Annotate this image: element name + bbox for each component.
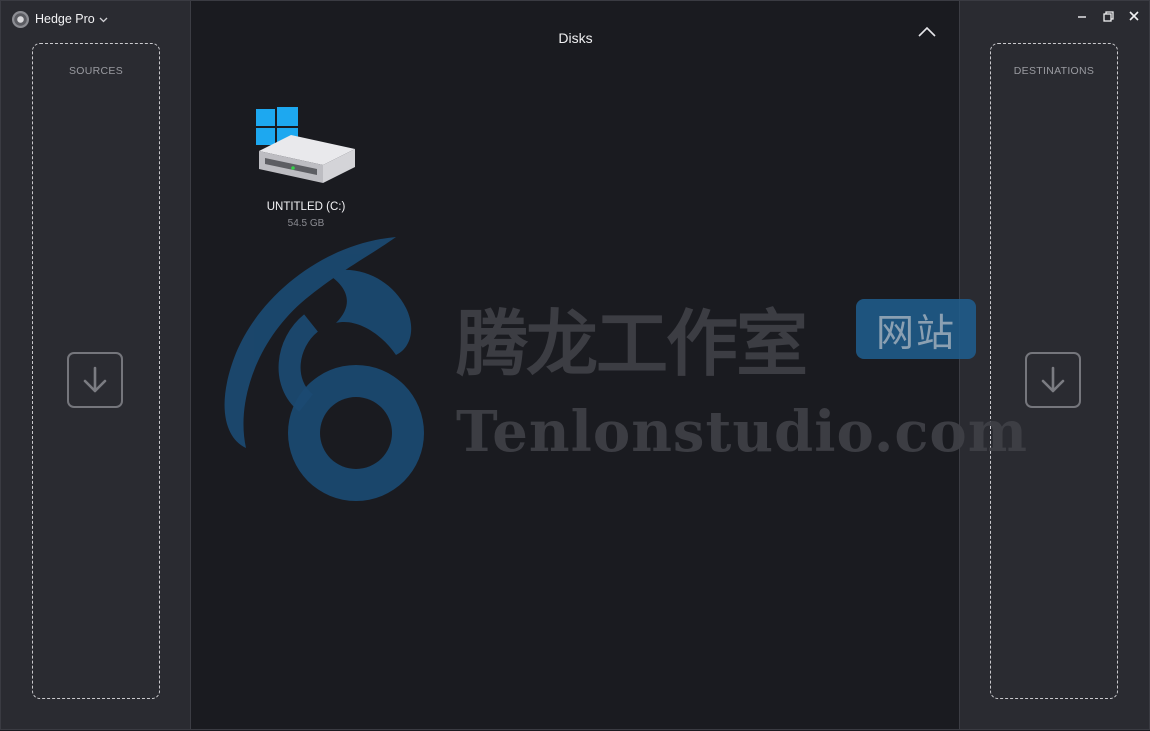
destinations-dropzone[interactable]: DESTINATIONS bbox=[990, 43, 1118, 699]
sources-add-button[interactable] bbox=[67, 352, 123, 408]
sources-dropzone[interactable]: SOURCES bbox=[32, 43, 160, 699]
app-window: Hedge Pro SOURCES Disks UNTITLED (C:) 54… bbox=[0, 0, 1150, 730]
destinations-panel: DESTINATIONS bbox=[959, 1, 1149, 729]
disk-item[interactable]: UNTITLED (C:) 54.5 GB bbox=[251, 107, 361, 229]
sources-label: SOURCES bbox=[68, 65, 124, 77]
collapse-button[interactable] bbox=[917, 25, 937, 39]
disk-name: UNTITLED (C:) bbox=[266, 201, 346, 213]
disks-title: Disks bbox=[558, 30, 593, 46]
destinations-label: DESTINATIONS bbox=[1013, 65, 1095, 77]
download-arrow-icon bbox=[83, 366, 107, 393]
chevron-up-icon bbox=[918, 26, 936, 37]
close-icon bbox=[1129, 11, 1139, 21]
disks-panel: Disks UNTITLED (C:) 54.5 GB bbox=[191, 1, 960, 731]
download-arrow-icon bbox=[1041, 366, 1065, 393]
app-menu[interactable]: Hedge Pro bbox=[12, 9, 108, 29]
maximize-button[interactable] bbox=[1102, 10, 1114, 22]
app-title: Hedge Pro bbox=[35, 12, 95, 26]
windows-drive-icon bbox=[256, 107, 355, 183]
sources-panel: Hedge Pro SOURCES bbox=[1, 1, 191, 729]
chevron-down-icon bbox=[99, 15, 108, 25]
minimize-icon bbox=[1078, 16, 1086, 18]
app-logo-icon bbox=[12, 10, 29, 28]
window-controls bbox=[1076, 10, 1140, 22]
restore-icon bbox=[1102, 10, 1114, 22]
minimize-button[interactable] bbox=[1076, 10, 1088, 22]
disk-size: 54.5 GB bbox=[287, 218, 325, 229]
destinations-add-button[interactable] bbox=[1025, 352, 1081, 408]
close-button[interactable] bbox=[1128, 10, 1140, 22]
